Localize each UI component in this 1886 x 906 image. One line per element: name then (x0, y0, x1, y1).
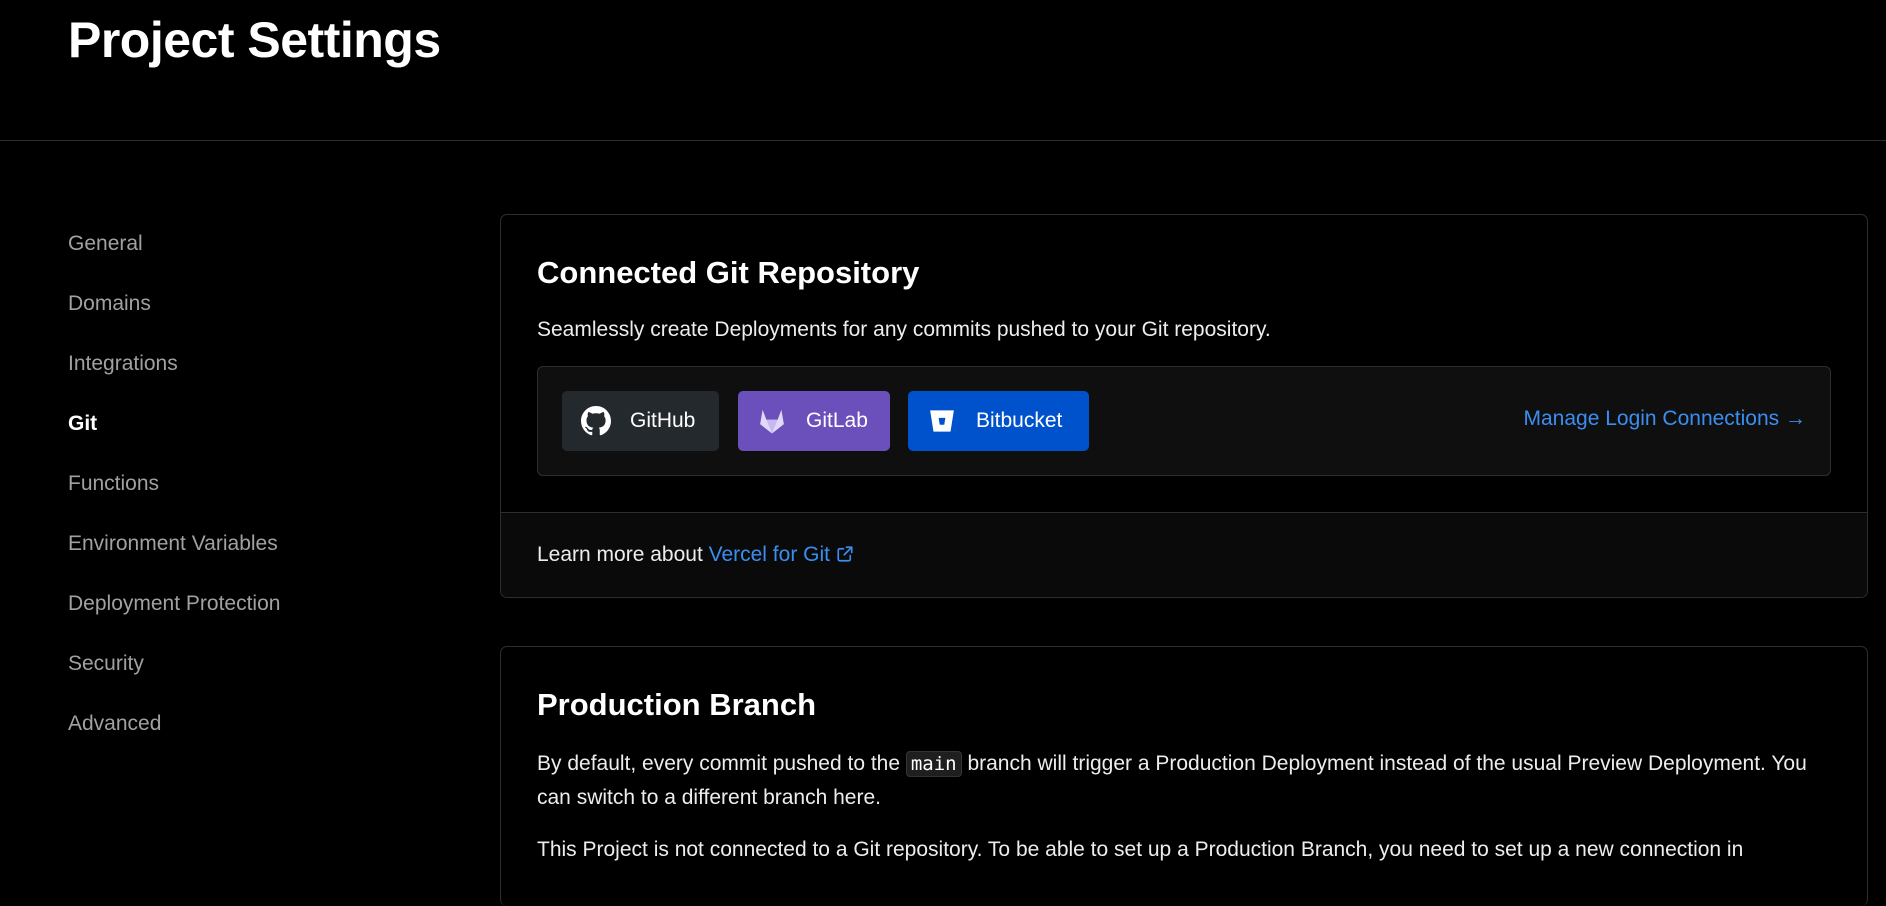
gitlab-icon (756, 405, 788, 437)
sidebar-item-integrations[interactable]: Integrations (68, 334, 428, 394)
github-button[interactable]: GitHub (562, 391, 719, 451)
card-description: Seamlessly create Deployments for any co… (537, 318, 1271, 341)
production-branch-card: Production Branch By default, every comm… (500, 646, 1868, 906)
sidebar-item-general[interactable]: General (68, 214, 428, 274)
external-link-icon (836, 545, 854, 569)
card-title: Production Branch (537, 687, 817, 722)
production-branch-description: By default, every commit pushed to the m… (537, 747, 1837, 815)
footer-text: Learn more about Vercel for Git (537, 543, 854, 569)
gitlab-label: GitLab (806, 409, 868, 432)
settings-sidebar: General Domains Integrations Git Functio… (68, 214, 428, 754)
gitlab-button[interactable]: GitLab (738, 391, 890, 451)
sidebar-item-deployment-protection[interactable]: Deployment Protection (68, 574, 428, 634)
bitbucket-icon (926, 405, 958, 437)
footer-prefix: Learn more about (537, 543, 709, 566)
page-title: Project Settings (68, 12, 441, 68)
sidebar-item-domains[interactable]: Domains (68, 274, 428, 334)
desc-before: By default, every commit pushed to the (537, 752, 906, 775)
sidebar-item-advanced[interactable]: Advanced (68, 694, 428, 754)
vercel-for-git-link[interactable]: Vercel for Git (709, 543, 854, 566)
bitbucket-button[interactable]: Bitbucket (908, 391, 1089, 451)
card-title: Connected Git Repository (537, 255, 920, 290)
manage-login-connections-link[interactable]: Manage Login Connections → (1523, 407, 1806, 431)
production-branch-note: This Project is not connected to a Git r… (537, 838, 1744, 861)
sidebar-item-git[interactable]: Git (68, 394, 428, 454)
bitbucket-label: Bitbucket (976, 409, 1063, 432)
git-provider-box: GitHub GitLab Bitbucket Manage Login Con… (537, 366, 1831, 476)
branch-name-code: main (905, 751, 962, 777)
page-header: Project Settings (0, 0, 1886, 141)
sidebar-item-functions[interactable]: Functions (68, 454, 428, 514)
vercel-for-git-label: Vercel for Git (708, 543, 830, 566)
github-icon (580, 405, 612, 437)
github-label: GitHub (630, 409, 696, 432)
sidebar-item-environment-variables[interactable]: Environment Variables (68, 514, 428, 574)
connected-git-repository-card: Connected Git Repository Seamlessly crea… (500, 214, 1868, 598)
sidebar-item-security[interactable]: Security (68, 634, 428, 694)
card-footer: Learn more about Vercel for Git (501, 512, 1867, 597)
